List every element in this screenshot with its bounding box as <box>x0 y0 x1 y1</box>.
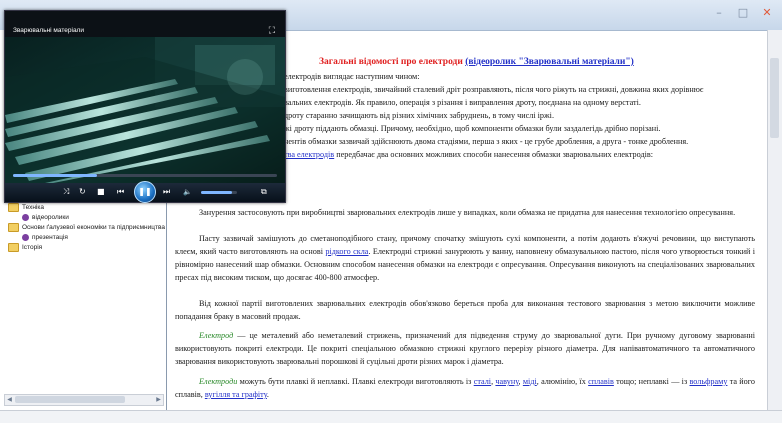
carbon-graphite-link[interactable]: вугілля та графіту <box>205 390 267 399</box>
liquid-glass-link[interactable]: рідкого скла <box>325 247 368 256</box>
tree-item-label: презентація <box>32 233 68 241</box>
paragraph-electrode: Електрод — це металевий або неметалевий … <box>175 329 755 368</box>
intro-line: виготовлення електродів, звичайний стале… <box>284 85 704 94</box>
scrollbar-thumb[interactable] <box>770 58 779 138</box>
maximize-button[interactable]: □ <box>734 6 752 20</box>
document-icon <box>22 233 29 241</box>
player-title: Зварювальні матеріали <box>13 27 84 34</box>
copper-link[interactable]: міді <box>523 377 537 386</box>
tungsten-link[interactable]: вольфраму <box>689 377 727 386</box>
video-frame[interactable] <box>5 37 285 183</box>
progress-fill <box>13 174 98 177</box>
alloys-link[interactable]: сплавів <box>588 377 614 386</box>
intro-line: нентів обмазки зазвичай здійснюють двома… <box>284 137 689 146</box>
volume-icon[interactable]: 🔈 <box>183 185 192 199</box>
paragraph-sample: Від кожної партії виготовлених зварюваль… <box>175 299 755 321</box>
electrode-term: Електрод <box>199 331 234 340</box>
tree-item[interactable]: відеоролики <box>8 212 163 222</box>
technology-text: передбачає два основних можливих способи… <box>334 150 654 159</box>
previous-button[interactable]: ⏮ <box>117 185 124 199</box>
scrollbar-thumb[interactable] <box>15 396 125 403</box>
tree-item[interactable]: презентація <box>8 232 163 242</box>
intro-line: електродів виглядає наступним чином: <box>284 72 420 81</box>
navigation-tree: Техніка відеоролики Основи ґалузевої еконо… <box>8 202 165 252</box>
intro-line: вальних електродів. Як правило, операція… <box>284 98 641 107</box>
tree-item-label: Техніка <box>22 203 44 211</box>
tree-item-label: Основи ґалузевої економіки та підприємни… <box>22 223 165 231</box>
tree-item[interactable]: Основи ґалузевої економіки та підприємни… <box>8 222 165 232</box>
stop-button[interactable]: ■ <box>97 185 105 199</box>
pause-button[interactable]: ❚❚ <box>134 181 156 203</box>
paragraph-types: Електроди можуть бути плавкі й неплавкі.… <box>175 377 756 399</box>
video-scene <box>5 37 285 183</box>
video-player: Зварювальні матеріали ⛶ ⤨ ↻ ■ ⏮ ❚❚ ⏭ 🔈 ⧉ <box>4 10 286 203</box>
article-intro-lines: електродів виглядає наступним чином: виг… <box>284 70 754 161</box>
application-window: – □ ✕ Техніка відеоролики Основи ґалузевої… <box>0 0 782 423</box>
paragraph-paste: Пасту зазвичай замішують до сметаноподіб… <box>175 232 755 284</box>
shuffle-button[interactable]: ⤨ <box>63 185 69 199</box>
technology-link[interactable]: тва електродів <box>284 150 334 159</box>
horizontal-scrollbar[interactable]: ◀ ▶ <box>4 394 164 406</box>
intro-line: тва електродів передбачає два основних м… <box>284 148 754 161</box>
folder-icon <box>8 202 19 212</box>
status-bar <box>0 410 782 423</box>
cast-iron-link[interactable]: чавуну <box>495 377 518 386</box>
paragraph-dipping: Занурення застосовують при виробництві з… <box>199 208 736 217</box>
scroll-right-icon[interactable]: ▶ <box>154 395 163 405</box>
folder-icon <box>8 222 19 232</box>
video-link[interactable]: (відеоролик "Зварювальні матеріали") <box>465 57 634 67</box>
article-title: Загальні відомості про електроди (відеор… <box>319 57 634 67</box>
fullscreen-icon[interactable]: ⛶ <box>269 26 275 36</box>
volume-slider[interactable] <box>201 191 237 194</box>
types-text-c: тощо; неплавкі — із <box>613 377 690 386</box>
switch-view-button[interactable]: ⧉ <box>261 185 267 199</box>
document-icon <box>22 213 29 221</box>
folder-icon <box>8 242 19 252</box>
volume-fill <box>201 191 232 194</box>
types-text-b: , алюмінію, їх <box>536 377 589 386</box>
vertical-scrollbar[interactable] <box>767 30 782 422</box>
intro-line: дроту старанно зачищають від різних хімі… <box>284 111 555 120</box>
types-text-a: можуть бути плавкі й неплавкі. Плавкі ел… <box>237 377 474 386</box>
close-button[interactable]: ✕ <box>758 6 776 20</box>
steel-link[interactable]: сталі <box>474 377 491 386</box>
tree-item-label: відеоролики <box>32 213 69 221</box>
repeat-button[interactable]: ↻ <box>79 185 86 199</box>
scroll-left-icon[interactable]: ◀ <box>5 395 14 405</box>
paragraph-electrode-text: — це металевий або неметалевий стрижень,… <box>175 331 755 366</box>
article-title-main: Загальні відомості про електроди <box>319 57 466 67</box>
progress-bar[interactable] <box>13 174 277 177</box>
tree-item-label: Історія <box>22 243 43 251</box>
window-controls: – □ ✕ <box>710 6 776 20</box>
next-button[interactable]: ⏭ <box>163 185 170 199</box>
tree-item[interactable]: Техніка <box>8 202 163 212</box>
minimize-button[interactable]: – <box>710 6 728 20</box>
electrodes-term: Електроди <box>199 377 238 386</box>
tree-item[interactable]: Історія <box>8 242 163 252</box>
intro-line: жі дроту піддають обмазці. Причому, необ… <box>284 124 661 133</box>
player-controls: ⤨ ↻ ■ ⏮ ❚❚ ⏭ 🔈 ⧉ <box>5 181 285 203</box>
